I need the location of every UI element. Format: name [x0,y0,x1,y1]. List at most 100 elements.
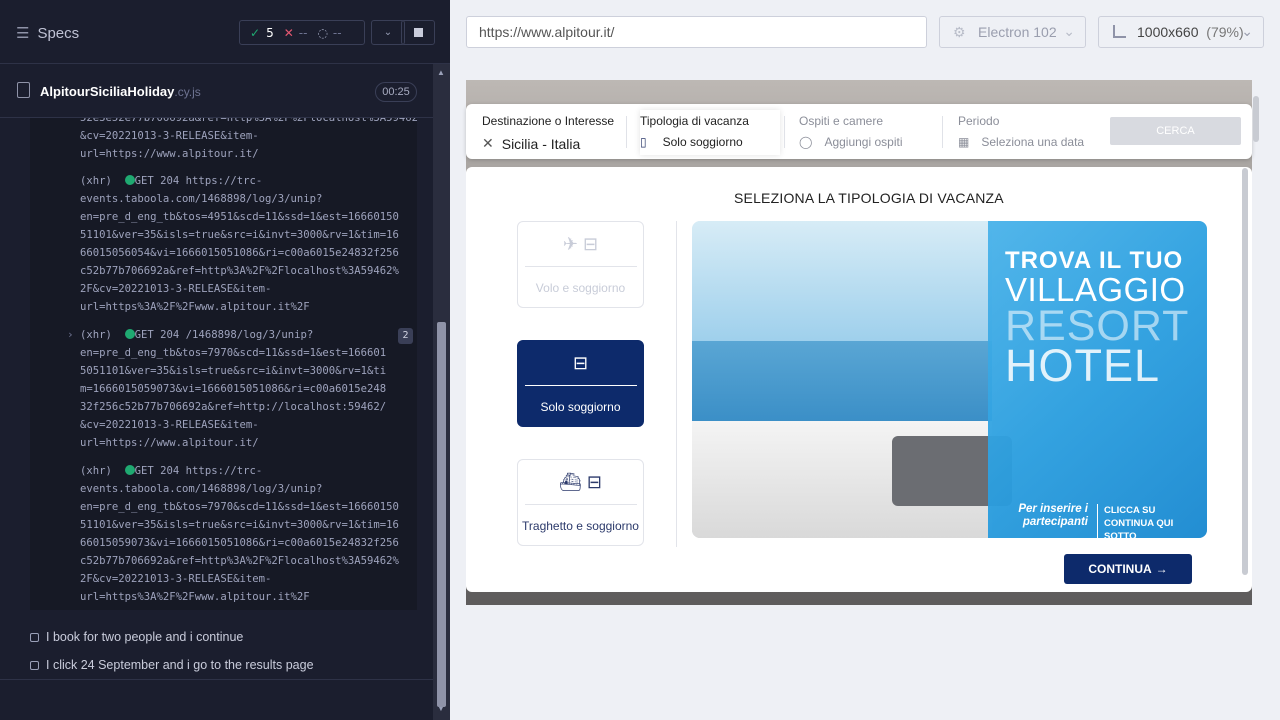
sea-area [692,341,992,421]
divider [676,221,677,547]
spinner-icon: ◌ [317,25,328,40]
test-stats: ✓ 5 ✕ -- ◌ -- [239,20,365,45]
log-entry[interactable]: (xhr) GET 204 https://trc- events.tabool… [80,462,417,606]
destination-value: Sicilia - Italia [501,135,581,152]
status-dot-icon [124,465,135,475]
close-icon[interactable]: ✕ [482,135,494,152]
runner-header: ☰ Specs ✓ 5 ✕ -- ◌ -- ⌄ [0,0,450,64]
option-flight-and-stay[interactable]: ✈ ⊟ Volo e soggiorno [517,221,644,308]
guests-value: Aggiungi ospiti [824,135,903,149]
ruler-icon [1113,25,1126,38]
specs-label: Specs [37,24,80,42]
file-ext-text: .cy.js [174,85,201,99]
divider [626,116,627,148]
period-value: Seleziona una data [981,135,1085,149]
browser-selector[interactable]: ⚙ Electron 102 ⌄ [939,16,1086,48]
bed-icon: ⊟ [572,352,589,373]
promo-line-4: HOTEL [1005,340,1161,391]
viewport-selector[interactable]: 1000x660 (79%) ⌄ [1098,16,1264,48]
chevron-down-icon: ⌄ [1241,23,1253,39]
log-entry[interactable]: (xhr) GET 204 https://trc- events.tabool… [80,172,417,316]
scroll-thumb[interactable] [437,322,446,707]
check-icon: ✓ [250,25,261,40]
person-icon: ◯ [799,135,813,149]
divider [524,385,637,386]
guests-field[interactable]: Ospiti e camere ◯ Aggiungi ospiti [799,114,903,149]
status-dot-icon [124,329,135,339]
plane-bed-icon: ✈ ⊟ [562,233,599,254]
log-method: GET 204 https://trc- [134,465,263,477]
holiday-type-field[interactable]: Tipologia di vacanza ▯ Solo soggiorno [640,110,780,155]
log-method: GET 204 https://trc- [134,175,263,187]
divider [524,504,637,505]
test-step[interactable]: I book for two people and i continue [30,630,243,644]
pending-stat: ◌ -- [317,26,341,40]
log-detail: events.taboola.com/1468898/log/3/unip? e… [80,193,399,313]
stop-icon [413,28,423,37]
promo-banner: TROVA IL TUO VILLAGGIO RESORT HOTEL Per … [692,221,1207,538]
spec-file-name[interactable]: AlpitourSiciliaHoliday.cy.js [40,84,201,99]
chevron-down-icon: ⌄ [383,27,393,38]
pending-checkbox-icon [30,632,39,642]
step-label: I click 24 September and i go to the res… [46,658,314,672]
log-detail: en=pre_d_eng_tb&tos=7970&scd=11&ssd=1&es… [80,347,387,449]
chevron-right-icon[interactable]: › [67,326,74,344]
failed-stat: ✕ -- [284,26,308,40]
divider [0,679,433,680]
page-scrollbar[interactable] [1253,96,1259,142]
chevron-down-icon: ⌄ [1063,23,1075,39]
stop-button[interactable] [401,20,435,45]
spec-file-header: AlpitourSiciliaHoliday.cy.js 00:25 [0,64,433,118]
passed-stat: ✓ 5 [250,26,274,40]
ship-bed-icon: ⛴ ⊟ [559,471,602,492]
holiday-type-value: Solo soggiorno [662,135,743,149]
continue-label: CONTINUA [1088,562,1152,576]
search-button[interactable]: CERCA [1110,117,1241,145]
log-fragment: 52e3e52e77b706692a&ref=http%3A%2F%2Floca… [80,118,417,160]
run-timer: 00:25 [375,82,417,102]
collapse-button[interactable]: ⌄ [371,20,405,45]
specs-list-icon: ☰ [16,25,30,42]
log-entry[interactable]: (xhr) GET 204 /1468898/log/3/unip? en=pr… [80,326,417,452]
sky-area [692,221,992,341]
promo-cta-left: Per inserire i partecipanti [1018,503,1088,528]
log-detail: events.taboola.com/1468898/log/3/unip? e… [80,483,399,603]
destination-field[interactable]: Destinazione o Interesse ✕ Sicilia - Ital… [482,114,614,152]
destination-label: Destinazione o Interesse [482,114,615,128]
browser-icon: ⚙ [953,24,966,40]
divider [524,266,637,267]
promo-line-1: TROVA IL TUO [1005,247,1184,274]
log-tag: (xhr) [80,465,112,477]
viewport-zoom: (79%) [1206,24,1244,40]
file-name-text: AlpitourSiciliaHoliday [40,84,175,99]
status-dot-icon [124,175,135,185]
suitcase-icon: ▯ [640,135,647,149]
promo-cta-right: CLICCA SU CONTINUA QUI SOTTO [1097,504,1179,538]
log-tag: (xhr) [80,175,112,187]
log-method: GET 204 /1468898/log/3/unip? [134,329,314,341]
pending-count: -- [332,25,342,40]
guests-label: Ospiti e camere [799,114,884,128]
modal-title: SELEZIONA LA TIPOLOGIA DI VACANZA [734,190,1004,206]
test-runner-panel: ☰ Specs ✓ 5 ✕ -- ◌ -- ⌄ AlpitourSiciliaH… [0,0,450,720]
url-bar[interactable]: https://www.alpitour.it/ [466,16,927,48]
divider [942,116,943,148]
test-step[interactable]: I click 24 September and i go to the res… [30,658,314,672]
failed-count: -- [298,25,308,40]
pending-checkbox-icon [30,660,39,670]
option-label: Solo soggiorno [540,400,621,414]
option-ferry-and-stay[interactable]: ⛴ ⊟ Traghetto e soggiorno [517,459,644,546]
browser-label: Electron 102 [978,24,1057,40]
period-field[interactable]: Periodo ▦ Seleziona una data [958,114,1084,149]
calendar-icon: ▦ [958,135,970,149]
arrow-right-icon: → [1155,562,1168,576]
continue-button[interactable]: CONTINUA → [1064,554,1192,584]
modal-scrollbar[interactable] [1242,168,1248,575]
command-log: 52e3e52e77b706692a&ref=http%3A%2F%2Floca… [30,118,417,610]
period-label: Periodo [958,114,1000,128]
specs-toggle[interactable]: ☰ Specs [16,24,80,43]
document-icon [17,82,30,98]
scroll-up-icon[interactable]: ▲ [437,68,445,77]
option-stay-only[interactable]: ⊟ Solo soggiorno [517,340,644,427]
cross-icon: ✕ [283,25,294,40]
